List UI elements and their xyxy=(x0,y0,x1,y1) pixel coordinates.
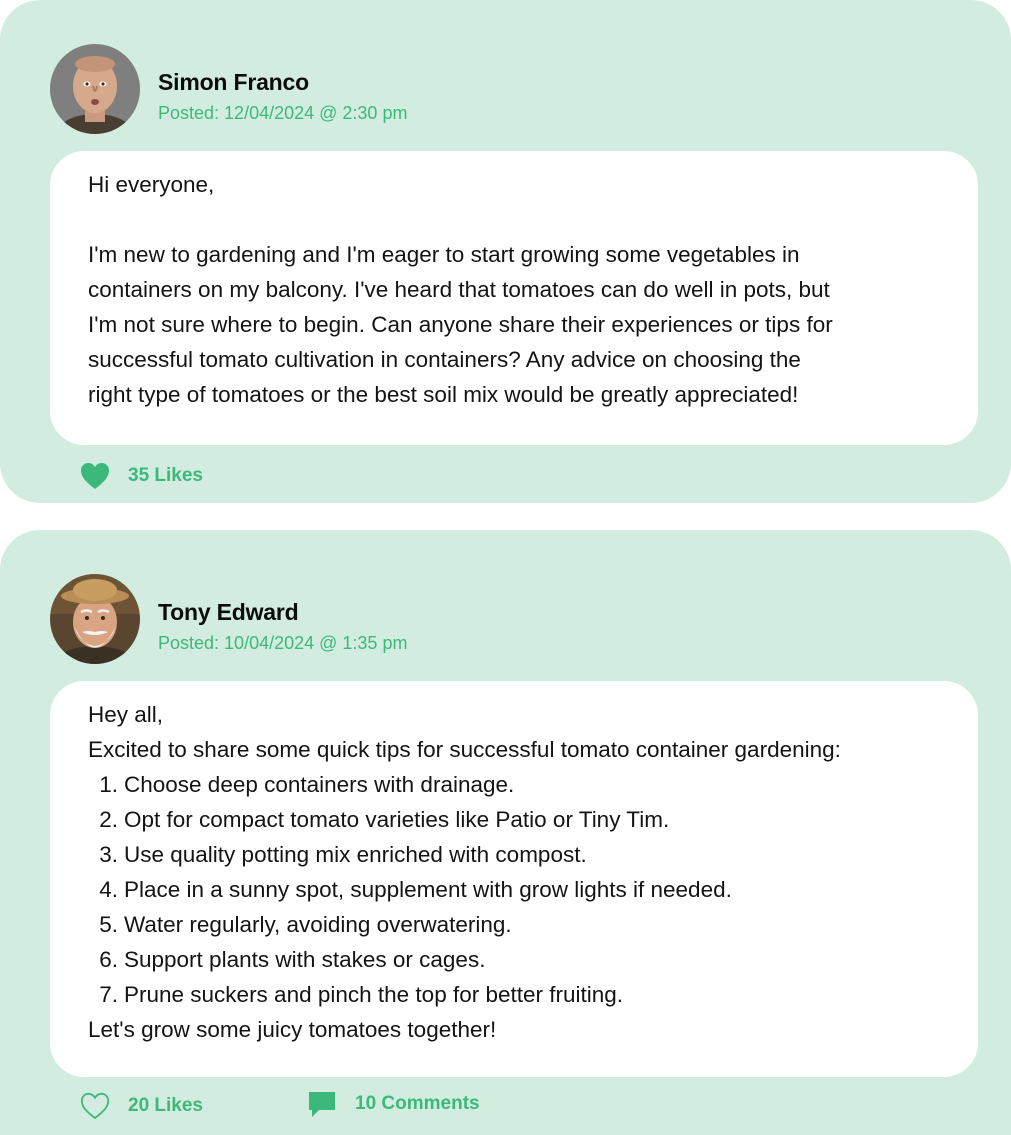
list-item: 7. Prune suckers and pinch the top for be… xyxy=(99,982,624,1007)
post-text-line: containers on my balcony. I've heard tha… xyxy=(88,277,830,302)
like-button[interactable]: 20 Likes xyxy=(80,1092,203,1120)
post-timestamp: Posted: 10/04/2024 @ 1:35 pm xyxy=(158,633,408,653)
comment-count: 10 Comments xyxy=(355,1093,480,1114)
heart-outline-icon xyxy=(80,1092,110,1120)
list-item: 3. Use quality potting mix enriched with … xyxy=(99,842,587,867)
list-item: 4. Place in a sunny spot, supplement with… xyxy=(99,877,732,902)
like-count: 20 Likes xyxy=(128,1095,203,1116)
post-text-line: I'm not sure where to begin. Can anyone … xyxy=(88,312,833,337)
heart-filled-icon xyxy=(80,462,110,490)
post-text-line: I'm new to gardening and I'm eager to st… xyxy=(88,242,800,267)
list-item: 5. Water regularly, avoiding overwatering… xyxy=(99,912,512,937)
tips-list: 1. Choose deep containers with drainage. … xyxy=(88,767,948,1012)
post-body: Hey all, Excited to share some quick tip… xyxy=(50,681,978,1077)
post-intro: Excited to share some quick tips for suc… xyxy=(88,737,841,762)
post-card: Simon Franco Posted: 12/04/2024 @ 2:30 p… xyxy=(0,0,1011,503)
comments-button[interactable]: 10 Comments xyxy=(307,1090,480,1118)
list-item: 6. Support plants with stakes or cages. xyxy=(99,947,486,972)
post-greeting: Hey all, xyxy=(88,702,164,727)
post-text-line: right type of tomatoes or the best soil … xyxy=(88,382,799,407)
author-avatar[interactable] xyxy=(50,44,140,134)
post-text-line: successful tomato cultivation in contain… xyxy=(88,347,801,372)
like-button[interactable]: 35 Likes xyxy=(80,462,203,490)
post-greeting: Hi everyone, xyxy=(88,172,215,197)
comment-bubble-icon xyxy=(307,1090,337,1118)
author-name[interactable]: Simon Franco xyxy=(158,69,309,96)
post-card: Tony Edward Posted: 10/04/2024 @ 1:35 pm… xyxy=(0,530,1011,1135)
post-body: Hi everyone, I'm new to gardening and I'… xyxy=(50,151,978,445)
list-item: 2. Opt for compact tomato varieties like … xyxy=(99,807,670,832)
like-count: 35 Likes xyxy=(128,465,203,486)
author-avatar[interactable] xyxy=(50,574,140,664)
list-item: 1. Choose deep containers with drainage. xyxy=(99,772,515,797)
post-outro: Let's grow some juicy tomatoes together! xyxy=(88,1017,497,1042)
post-timestamp: Posted: 12/04/2024 @ 2:30 pm xyxy=(158,103,408,123)
author-name[interactable]: Tony Edward xyxy=(158,599,299,626)
